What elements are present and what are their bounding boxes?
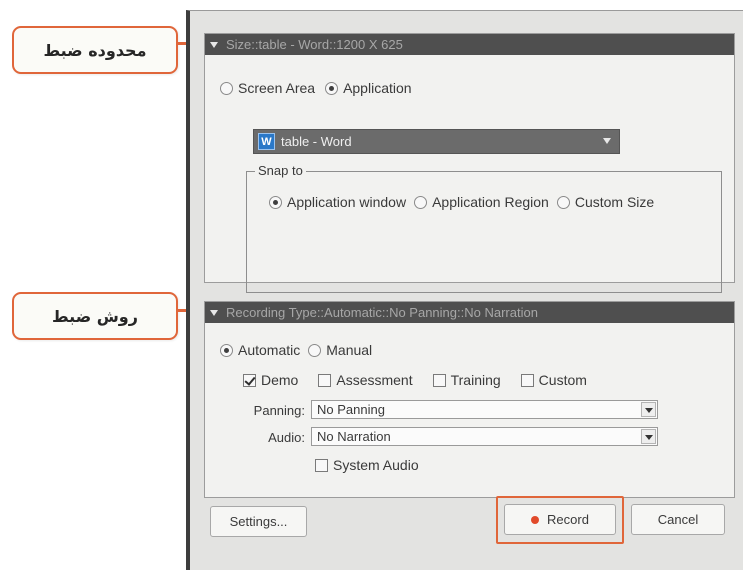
training-checkbox[interactable] [432,373,446,387]
snap-application-window-label[interactable]: Application window [287,194,406,210]
system-audio-row: System Audio [315,457,419,473]
collapse-triangle-icon[interactable] [210,41,218,48]
collapse-triangle-icon[interactable] [210,309,218,316]
settings-button[interactable]: Settings... [210,506,307,537]
word-app-icon: W [258,133,275,150]
training-label[interactable]: Training [451,372,501,388]
recording-type-row: Automatic Manual [220,342,372,358]
cancel-button[interactable]: Cancel [631,504,725,535]
custom-checkbox[interactable] [520,373,534,387]
recording-method-callout: روش ضبط [12,292,178,340]
panning-select[interactable]: No Panning [311,400,658,419]
panning-label: Panning: [253,403,305,418]
settings-button-label: Settings... [229,514,288,529]
snap-to-legend: Snap to [255,163,306,178]
record-dot-icon [531,515,540,524]
snap-options-row: Application window Application Region Cu… [269,194,654,210]
manual-radio[interactable] [308,343,322,357]
chevron-down-icon[interactable] [641,402,656,417]
chevron-down-icon[interactable] [603,138,611,144]
audio-select[interactable]: No Narration [311,427,658,446]
cancel-button-label: Cancel [657,512,699,527]
demo-checkbox[interactable] [243,373,256,387]
assessment-checkbox[interactable] [318,373,332,387]
demo-label[interactable]: Demo [261,372,298,388]
automatic-radio[interactable] [220,343,233,357]
system-audio-label[interactable]: System Audio [333,457,419,473]
record-button[interactable]: Record [504,504,616,535]
capture-mode-row: Screen Area Application [220,80,412,96]
recording-type-header[interactable]: Recording Type::Automatic::No Panning::N… [205,302,734,323]
recording-dialog: Size::table - Word::1200 X 625 Screen Ar… [186,10,743,570]
modes-row: Demo Assessment Training Custom [243,372,587,388]
screen-area-label[interactable]: Screen Area [238,80,315,96]
application-select-value: table - Word [281,134,352,149]
capture-area-callout-text: محدوده ضبط [43,40,147,60]
snap-to-group: Snap to Application window Application R… [246,163,722,293]
size-panel: Size::table - Word::1200 X 625 Screen Ar… [204,33,735,293]
capture-area-callout: محدوده ضبط [12,26,178,74]
automatic-label[interactable]: Automatic [238,342,300,358]
screen-area-radio[interactable] [220,81,233,95]
audio-select-value: No Narration [317,429,391,444]
recording-type-title: Recording Type::Automatic::No Panning::N… [226,305,538,320]
custom-label[interactable]: Custom [539,372,587,388]
system-audio-checkbox[interactable] [315,458,328,472]
audio-label: Audio: [268,430,305,445]
snap-custom-size-label[interactable]: Custom Size [575,194,654,210]
recording-type-panel: Recording Type::Automatic::No Panning::N… [204,301,735,498]
manual-label[interactable]: Manual [326,342,372,358]
snap-application-window-radio[interactable] [269,195,282,209]
application-select[interactable]: W table - Word [253,129,620,154]
application-label[interactable]: Application [343,80,412,96]
chevron-down-icon[interactable] [641,429,656,444]
record-button-label: Record [547,512,589,527]
panning-select-value: No Panning [317,402,385,417]
recording-method-callout-text: روش ضبط [52,306,138,326]
snap-application-region-label[interactable]: Application Region [432,194,549,210]
snap-custom-size-radio[interactable] [556,195,570,209]
size-panel-title: Size::table - Word::1200 X 625 [226,37,403,52]
assessment-label[interactable]: Assessment [336,372,412,388]
size-panel-header[interactable]: Size::table - Word::1200 X 625 [205,34,734,55]
application-radio[interactable] [325,81,339,95]
snap-application-region-radio[interactable] [414,195,428,209]
